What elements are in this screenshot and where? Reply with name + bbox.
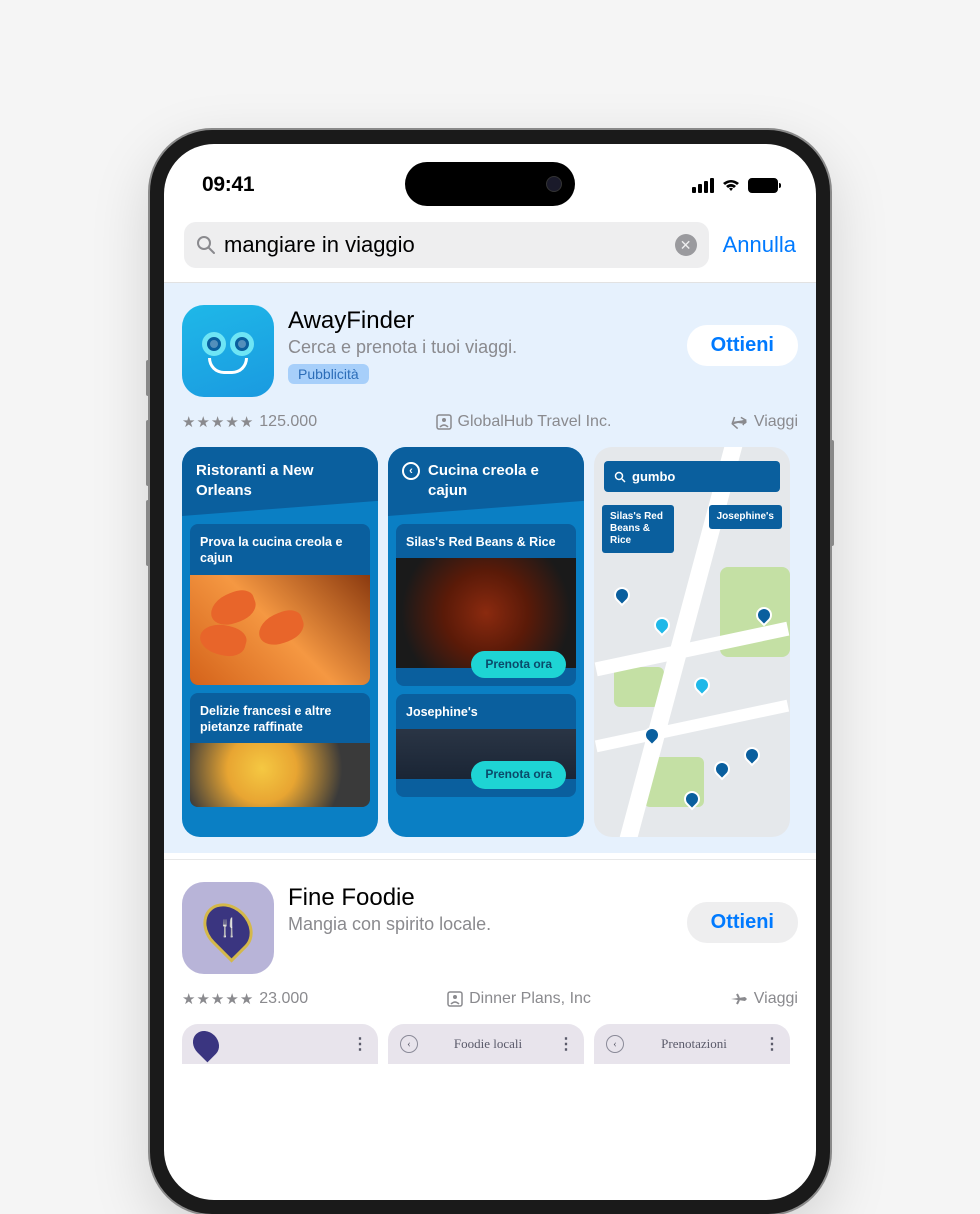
plane-icon [730,414,748,430]
screenshot-1: ⋮ [182,1024,378,1064]
plane-icon [730,991,748,1007]
map-pin-icon [691,674,714,697]
screenshot-gallery[interactable]: Ristoranti a New Orleans Prova la cucina… [182,447,798,837]
get-button[interactable]: Ottieni [687,325,798,366]
phone-screen: 09:41 mangiare in viaggio ✕ Annulla [164,144,816,1200]
status-time: 09:41 [202,173,254,197]
app-meta-row: ★★★★★ 125.000 GlobalHub Travel Inc. Viag… [182,413,798,431]
map-pin-icon [611,584,634,607]
app-name: Fine Foodie [288,884,673,912]
app-icon-finefoodie: 🍴 [182,882,274,974]
shot-title: ‹ Cucina creola e cajun [388,447,584,516]
more-icon: ⋮ [558,1034,572,1054]
volume-up [146,420,150,486]
power-button [830,440,834,546]
screenshot-gallery[interactable]: ⋮ ‹ Foodie locali ⋮ ‹ Prenotazioni ⋮ [182,1024,798,1064]
ad-badge: Pubblicità [288,364,369,384]
map-pin-icon [741,744,764,767]
book-button: Prenota ora [471,651,566,679]
app-subtitle: Cerca e prenota i tuoi viaggi. [288,337,673,358]
rating: ★★★★★ 23.000 [182,990,308,1008]
search-icon [614,471,626,483]
star-icon: ★★★★★ [182,413,253,431]
shot-title: Ristoranti a New Orleans [182,447,378,516]
organic-result[interactable]: 🍴 Fine Foodie Mangia con spirito locale.… [164,859,816,1064]
mute-switch [146,360,150,396]
front-camera [546,176,562,192]
map-pin-icon [711,758,734,781]
map-search: gumbo [604,461,780,492]
back-icon: ‹ [402,462,420,480]
more-icon: ⋮ [352,1034,366,1054]
search-row: mangiare in viaggio ✕ Annulla [164,212,816,283]
rating-count: 23.000 [259,990,308,1008]
phone-frame: 09:41 mangiare in viaggio ✕ Annulla [150,130,830,1214]
category-name: Viaggi [754,990,798,1008]
wifi-icon [721,178,741,193]
book-button: Prenota ora [471,761,566,789]
app-subtitle: Mangia con spirito locale. [288,914,673,935]
map-label: Josephine's [709,505,782,529]
app-meta-row: ★★★★★ 23.000 Dinner Plans, Inc Viaggi [182,990,798,1008]
screenshot-3: gumbo Silas's Red Beans & Rice Josephine… [594,447,790,837]
star-icon: ★★★★★ [182,990,253,1008]
app-icon-awayfinder [182,305,274,397]
shot-card: Prova la cucina creola e cajun [190,524,370,685]
dynamic-island [405,162,575,206]
screenshot-1: Ristoranti a New Orleans Prova la cucina… [182,447,378,837]
screenshot-3: ‹ Prenotazioni ⋮ [594,1024,790,1064]
screenshot-2: ‹ Cucina creola e cajun Silas's Red Bean… [388,447,584,837]
shot-card: Josephine's Prenota ora [396,694,576,796]
developer: Dinner Plans, Inc [447,990,591,1008]
search-icon [196,235,216,255]
search-query: mangiare in viaggio [224,232,667,258]
back-icon: ‹ [606,1035,624,1053]
category: Viaggi [730,413,798,431]
cancel-button[interactable]: Annulla [723,232,796,258]
search-field[interactable]: mangiare in viaggio ✕ [184,222,709,268]
developer: GlobalHub Travel Inc. [436,413,612,431]
clear-search-button[interactable]: ✕ [675,234,697,256]
status-icons [692,178,778,193]
app-logo-icon [188,1026,225,1063]
get-button[interactable]: Ottieni [687,902,798,943]
app-name: AwayFinder [288,307,673,335]
developer-name: GlobalHub Travel Inc. [458,413,612,431]
developer-name: Dinner Plans, Inc [469,990,591,1008]
map-pin-icon [651,614,674,637]
rating: ★★★★★ 125.000 [182,413,317,431]
more-icon: ⋮ [764,1034,778,1054]
screenshot-2: ‹ Foodie locali ⋮ [388,1024,584,1064]
category-name: Viaggi [754,413,798,431]
sponsored-result[interactable]: AwayFinder Cerca e prenota i tuoi viaggi… [164,283,816,853]
developer-icon [447,991,463,1007]
rating-count: 125.000 [259,413,317,431]
developer-icon [436,414,452,430]
back-icon: ‹ [400,1035,418,1053]
volume-down [146,500,150,566]
shot-card: Delizie francesi e altre pietanze raffin… [190,693,370,808]
battery-icon [748,178,778,193]
map-label: Silas's Red Beans & Rice [602,505,674,553]
cellular-icon [692,178,714,193]
category: Viaggi [730,990,798,1008]
shot-card: Silas's Red Beans & Rice Prenota ora [396,524,576,686]
